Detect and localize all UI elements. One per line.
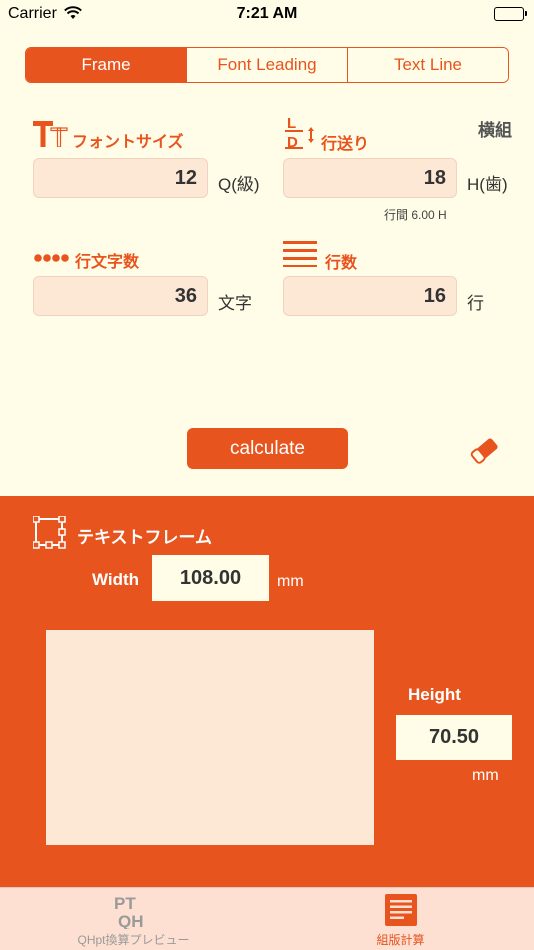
font-size-text: フォントサイズ xyxy=(72,133,184,151)
segment-frame[interactable]: Frame xyxy=(26,48,187,82)
tab-typesetting[interactable]: 組版計算 xyxy=(267,888,534,950)
eraser-icon[interactable] xyxy=(468,434,502,473)
height-value: 70.50 xyxy=(396,715,512,760)
line-count-text: 行数 xyxy=(325,255,358,272)
width-value: 108.00 xyxy=(152,555,269,601)
status-bar: Carrier 7:21 AM xyxy=(0,0,534,30)
tab-qhpt-preview[interactable]: PT QH QHpt換算プレビュー xyxy=(0,888,267,950)
orientation-label: 横組 xyxy=(478,121,512,140)
svg-text:PT: PT xyxy=(114,894,136,913)
qhpt-icon: PT QH xyxy=(114,893,154,934)
frame-preview xyxy=(46,630,374,845)
document-icon xyxy=(384,893,418,932)
leading-unit: H(歯) xyxy=(467,175,508,194)
text-frame-icon xyxy=(32,515,67,555)
chars-per-line-label: 行文字数 xyxy=(33,248,139,272)
width-unit: mm xyxy=(277,573,304,590)
height-unit: mm xyxy=(472,767,499,784)
leading-input[interactable]: 18 xyxy=(283,158,457,198)
calculate-button[interactable]: calculate xyxy=(187,428,348,469)
chars-per-line-text: 行文字数 xyxy=(75,254,140,271)
clock: 7:21 AM xyxy=(236,5,298,22)
line-count-label: 行数 xyxy=(283,237,357,273)
segment-text-line[interactable]: Text Line xyxy=(348,48,508,82)
width-label: Width xyxy=(92,570,140,589)
segment-font-leading[interactable]: Font Leading xyxy=(187,48,348,82)
chars-per-line-unit: 文字 xyxy=(218,294,252,313)
tab-bar: PT QH QHpt換算プレビュー 組版計算 xyxy=(0,887,534,950)
line-gap-note: 行間 6.00 H xyxy=(384,208,447,222)
mode-segmented-control: Frame Font Leading Text Line xyxy=(25,47,509,83)
leading-text: 行送り xyxy=(321,136,370,153)
text-frame-title: テキストフレーム xyxy=(32,515,212,555)
lines-icon xyxy=(283,239,319,272)
font-size-icon xyxy=(33,121,69,152)
svg-text:D: D xyxy=(287,134,298,149)
chars-per-line-input[interactable]: 36 xyxy=(33,276,208,316)
text-frame-label: テキストフレーム xyxy=(77,528,212,547)
dots-icon xyxy=(33,251,73,269)
battery-icon xyxy=(494,7,527,21)
font-size-unit: Q(級) xyxy=(218,175,260,194)
leading-label: L D 行送り xyxy=(283,112,369,154)
tab-typesetting-label: 組版計算 xyxy=(376,933,425,947)
font-size-label: フォントサイズ xyxy=(33,121,184,152)
leading-icon: L D xyxy=(283,113,321,154)
line-count-input[interactable]: 16 xyxy=(283,276,457,316)
line-count-unit: 行 xyxy=(467,294,484,313)
svg-text:L: L xyxy=(287,115,296,132)
tab-qhpt-label: QHpt換算プレビュー xyxy=(77,933,190,947)
font-size-input[interactable]: 12 xyxy=(33,158,208,198)
svg-text:QH: QH xyxy=(118,912,144,929)
height-label: Height xyxy=(408,685,461,704)
